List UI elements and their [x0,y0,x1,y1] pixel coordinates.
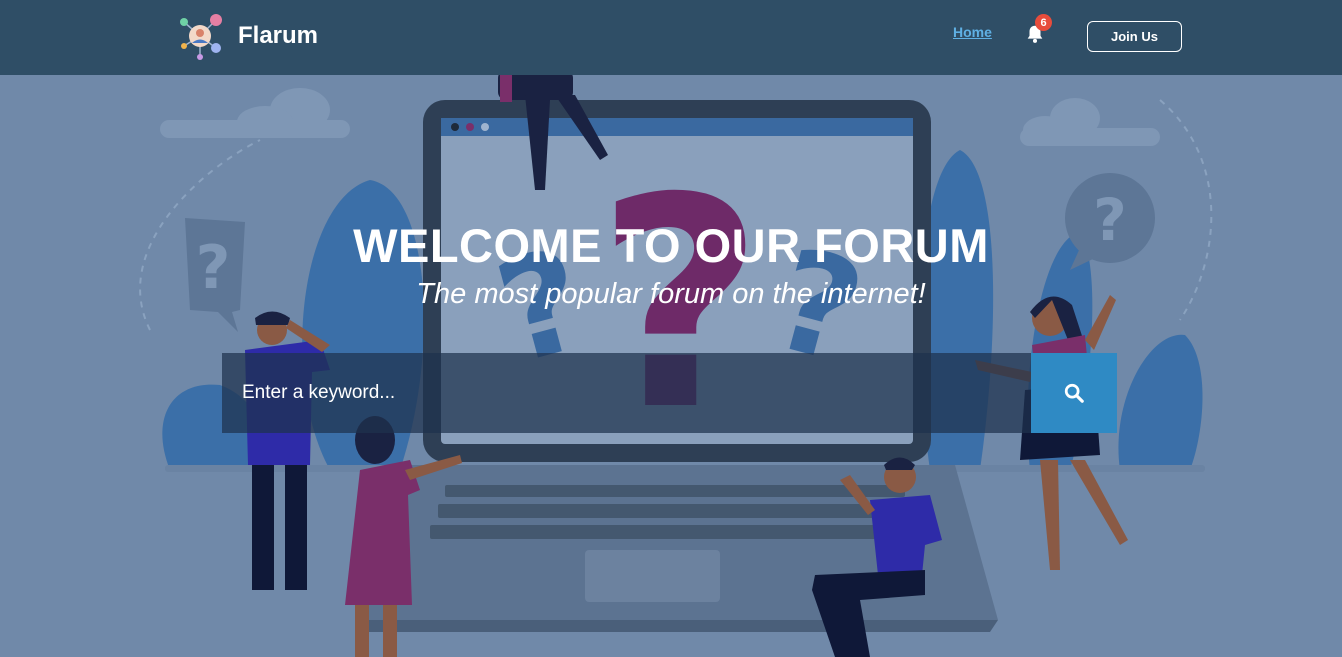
nav-home-link[interactable]: Home [953,24,992,40]
ground-line-right [935,465,1205,472]
hero-subtitle: The most popular forum on the internet! [416,278,926,310]
join-us-button[interactable]: Join Us [1087,21,1182,52]
hero-illustration: ? ? ? ? ? [139,0,1213,657]
search-icon [1064,383,1084,403]
hero-title: WELCOME TO OUR FORUM [353,219,989,272]
cloud-right [1020,98,1160,146]
flarum-logo-icon [180,14,222,60]
brand-name: Flarum [238,22,319,49]
cloud-left [160,88,350,138]
search-bar [222,353,1117,433]
top-navbar: Flarum Home 6 Join Us [0,0,1342,75]
notification-count-badge: 6 [1035,14,1052,31]
brand-link[interactable]: Flarum [176,12,318,60]
search-input[interactable] [222,353,1031,433]
search-button[interactable] [1031,353,1117,433]
